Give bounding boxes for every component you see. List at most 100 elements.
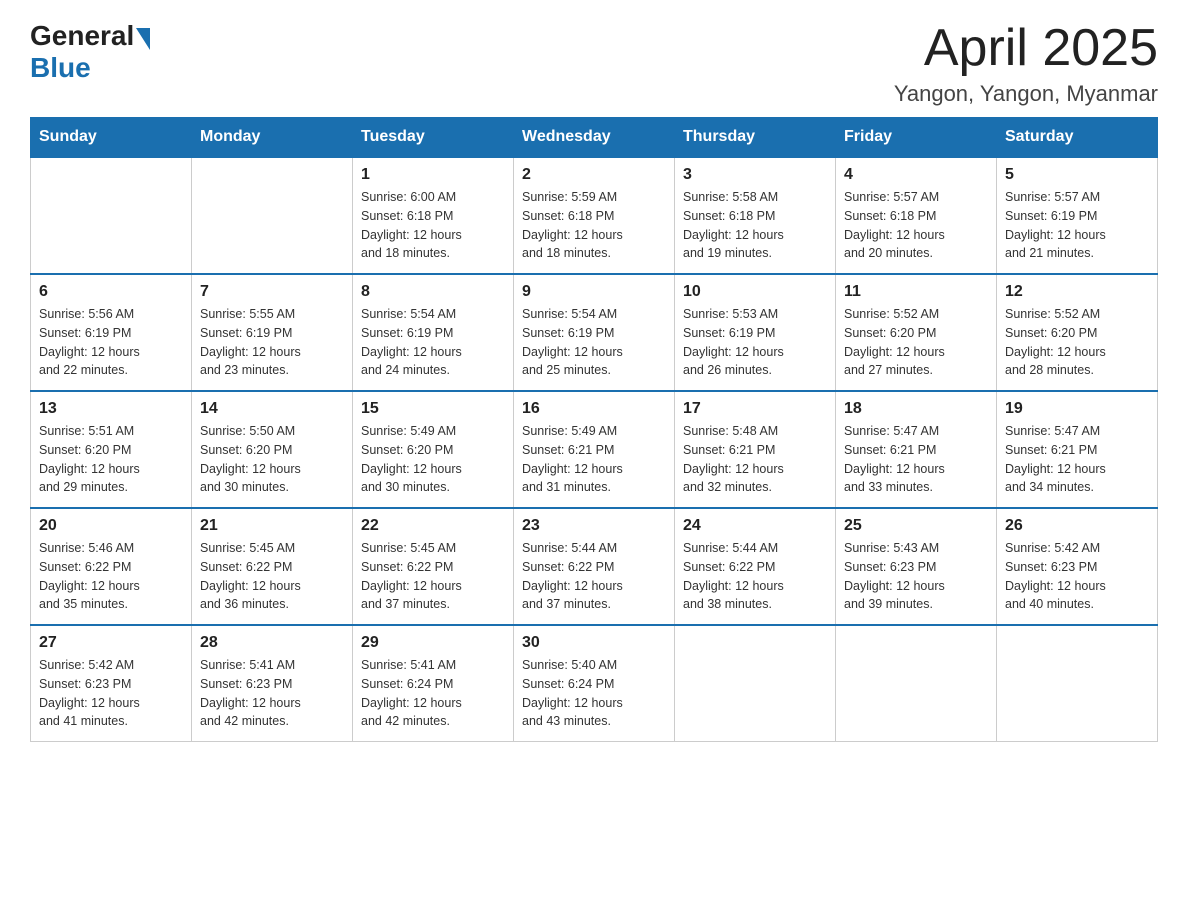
- day-number: 17: [683, 400, 827, 418]
- day-number: 27: [39, 634, 183, 652]
- calendar-cell: 2Sunrise: 5:59 AM Sunset: 6:18 PM Daylig…: [514, 157, 675, 274]
- logo-general-text: General: [30, 20, 134, 52]
- day-info: Sunrise: 5:41 AM Sunset: 6:24 PM Dayligh…: [361, 656, 505, 731]
- day-number: 5: [1005, 166, 1149, 184]
- day-number: 9: [522, 283, 666, 301]
- calendar-week-3: 13 Sunrise: 5:51 AM Sunset: 6:20 PM Dayli…: [31, 391, 1158, 508]
- col-monday: Monday: [192, 118, 353, 158]
- day-info: Sunrise: 5:55 AM Sunset: 6:19 PM Dayligh…: [200, 305, 344, 380]
- calendar-cell: 21 Sunrise: 5:45 AM Sunset: 6:22 PM Dayli…: [192, 508, 353, 625]
- day-info: Sunrise: 5:50 AM Sunset: 6:20 PM Dayligh…: [200, 422, 344, 497]
- logo: General Blue: [30, 20, 150, 84]
- calendar-cell: 29 Sunrise: 5:41 AM Sunset: 6:24 PM Dayli…: [353, 625, 514, 742]
- calendar-cell: 10 Sunrise: 5:53 AM Sunset: 6:19 PM Dayli…: [675, 274, 836, 391]
- calendar-cell: 11 Sunrise: 5:52 AM Sunset: 6:20 PM Dayli…: [836, 274, 997, 391]
- day-number: 23: [522, 517, 666, 535]
- day-number: 28: [200, 634, 344, 652]
- calendar-cell: 23 Sunrise: 5:44 AM Sunset: 6:22 PM Dayli…: [514, 508, 675, 625]
- day-number: 8: [361, 283, 505, 301]
- day-number: 15: [361, 400, 505, 418]
- day-info: Sunrise: 5:45 AM Sunset: 6:22 PM Dayligh…: [361, 539, 505, 614]
- day-number: 24: [683, 517, 827, 535]
- day-number: 22: [361, 517, 505, 535]
- day-info: Sunrise: 5:57 AM Sunset: 6:18 PM Dayligh…: [844, 188, 988, 263]
- day-info: Sunrise: 5:51 AM Sunset: 6:20 PM Dayligh…: [39, 422, 183, 497]
- calendar-cell: [675, 625, 836, 742]
- calendar-cell: [31, 157, 192, 274]
- col-tuesday: Tuesday: [353, 118, 514, 158]
- calendar-cell: 26Sunrise: 5:42 AM Sunset: 6:23 PM Dayli…: [997, 508, 1158, 625]
- calendar-cell: 19 Sunrise: 5:47 AM Sunset: 6:21 PM Dayli…: [997, 391, 1158, 508]
- day-number: 13: [39, 400, 183, 418]
- col-wednesday: Wednesday: [514, 118, 675, 158]
- logo-blue-text: Blue: [30, 52, 91, 83]
- calendar-week-5: 27Sunrise: 5:42 AM Sunset: 6:23 PM Dayli…: [31, 625, 1158, 742]
- calendar-cell: [836, 625, 997, 742]
- day-info: Sunrise: 5:58 AM Sunset: 6:18 PM Dayligh…: [683, 188, 827, 263]
- calendar-cell: 18 Sunrise: 5:47 AM Sunset: 6:21 PM Dayli…: [836, 391, 997, 508]
- day-number: 21: [200, 517, 344, 535]
- col-friday: Friday: [836, 118, 997, 158]
- day-number: 1: [361, 166, 505, 184]
- day-info: Sunrise: 5:40 AM Sunset: 6:24 PM Dayligh…: [522, 656, 666, 731]
- calendar-cell: [192, 157, 353, 274]
- calendar-table: Sunday Monday Tuesday Wednesday Thursday…: [30, 117, 1158, 742]
- page-subtitle: Yangon, Yangon, Myanmar: [894, 81, 1158, 107]
- calendar-header-row: Sunday Monday Tuesday Wednesday Thursday…: [31, 118, 1158, 158]
- calendar-cell: 30Sunrise: 5:40 AM Sunset: 6:24 PM Dayli…: [514, 625, 675, 742]
- day-info: Sunrise: 5:57 AM Sunset: 6:19 PM Dayligh…: [1005, 188, 1149, 263]
- calendar-cell: 3 Sunrise: 5:58 AM Sunset: 6:18 PM Daylig…: [675, 157, 836, 274]
- calendar-week-4: 20Sunrise: 5:46 AM Sunset: 6:22 PM Dayli…: [31, 508, 1158, 625]
- calendar-cell: 16 Sunrise: 5:49 AM Sunset: 6:21 PM Dayli…: [514, 391, 675, 508]
- day-number: 14: [200, 400, 344, 418]
- calendar-cell: 20Sunrise: 5:46 AM Sunset: 6:22 PM Dayli…: [31, 508, 192, 625]
- day-info: Sunrise: 5:49 AM Sunset: 6:20 PM Dayligh…: [361, 422, 505, 497]
- day-info: Sunrise: 5:43 AM Sunset: 6:23 PM Dayligh…: [844, 539, 988, 614]
- col-sunday: Sunday: [31, 118, 192, 158]
- calendar-week-1: 1 Sunrise: 6:00 AM Sunset: 6:18 PM Daylig…: [31, 157, 1158, 274]
- day-info: Sunrise: 5:53 AM Sunset: 6:19 PM Dayligh…: [683, 305, 827, 380]
- day-number: 7: [200, 283, 344, 301]
- day-number: 29: [361, 634, 505, 652]
- calendar-cell: 6Sunrise: 5:56 AM Sunset: 6:19 PM Daylig…: [31, 274, 192, 391]
- calendar-cell: 25Sunrise: 5:43 AM Sunset: 6:23 PM Dayli…: [836, 508, 997, 625]
- day-number: 19: [1005, 400, 1149, 418]
- calendar-cell: 14 Sunrise: 5:50 AM Sunset: 6:20 PM Dayli…: [192, 391, 353, 508]
- day-number: 3: [683, 166, 827, 184]
- calendar-cell: 7 Sunrise: 5:55 AM Sunset: 6:19 PM Daylig…: [192, 274, 353, 391]
- day-info: Sunrise: 5:47 AM Sunset: 6:21 PM Dayligh…: [1005, 422, 1149, 497]
- col-saturday: Saturday: [997, 118, 1158, 158]
- day-info: Sunrise: 5:42 AM Sunset: 6:23 PM Dayligh…: [1005, 539, 1149, 614]
- calendar-cell: 4 Sunrise: 5:57 AM Sunset: 6:18 PM Daylig…: [836, 157, 997, 274]
- calendar-cell: 13 Sunrise: 5:51 AM Sunset: 6:20 PM Dayli…: [31, 391, 192, 508]
- calendar-cell: 15 Sunrise: 5:49 AM Sunset: 6:20 PM Dayli…: [353, 391, 514, 508]
- day-number: 10: [683, 283, 827, 301]
- day-info: Sunrise: 5:44 AM Sunset: 6:22 PM Dayligh…: [683, 539, 827, 614]
- calendar-cell: [997, 625, 1158, 742]
- day-number: 20: [39, 517, 183, 535]
- day-number: 11: [844, 283, 988, 301]
- day-info: Sunrise: 5:47 AM Sunset: 6:21 PM Dayligh…: [844, 422, 988, 497]
- calendar-cell: 1 Sunrise: 6:00 AM Sunset: 6:18 PM Daylig…: [353, 157, 514, 274]
- day-number: 4: [844, 166, 988, 184]
- day-info: Sunrise: 5:44 AM Sunset: 6:22 PM Dayligh…: [522, 539, 666, 614]
- logo-triangle-icon: [136, 28, 150, 50]
- title-section: April 2025 Yangon, Yangon, Myanmar: [894, 20, 1158, 107]
- day-number: 2: [522, 166, 666, 184]
- calendar-cell: 12 Sunrise: 5:52 AM Sunset: 6:20 PM Dayli…: [997, 274, 1158, 391]
- day-info: Sunrise: 5:52 AM Sunset: 6:20 PM Dayligh…: [1005, 305, 1149, 380]
- page-header: General Blue April 2025 Yangon, Yangon, …: [30, 20, 1158, 107]
- day-info: Sunrise: 5:54 AM Sunset: 6:19 PM Dayligh…: [522, 305, 666, 380]
- day-number: 18: [844, 400, 988, 418]
- calendar-cell: 28Sunrise: 5:41 AM Sunset: 6:23 PM Dayli…: [192, 625, 353, 742]
- calendar-cell: 9 Sunrise: 5:54 AM Sunset: 6:19 PM Daylig…: [514, 274, 675, 391]
- calendar-cell: 27Sunrise: 5:42 AM Sunset: 6:23 PM Dayli…: [31, 625, 192, 742]
- day-number: 6: [39, 283, 183, 301]
- calendar-cell: 17Sunrise: 5:48 AM Sunset: 6:21 PM Dayli…: [675, 391, 836, 508]
- day-number: 12: [1005, 283, 1149, 301]
- day-info: Sunrise: 5:45 AM Sunset: 6:22 PM Dayligh…: [200, 539, 344, 614]
- day-info: Sunrise: 5:49 AM Sunset: 6:21 PM Dayligh…: [522, 422, 666, 497]
- day-info: Sunrise: 6:00 AM Sunset: 6:18 PM Dayligh…: [361, 188, 505, 263]
- day-info: Sunrise: 5:52 AM Sunset: 6:20 PM Dayligh…: [844, 305, 988, 380]
- day-number: 16: [522, 400, 666, 418]
